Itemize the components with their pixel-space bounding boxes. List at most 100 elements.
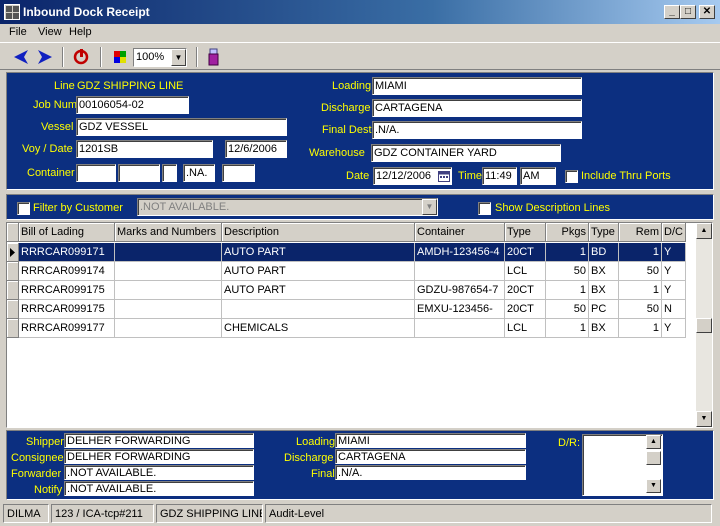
column-header-rem[interactable]: Rem <box>619 223 662 242</box>
table-row[interactable]: RRRCAR099175 AUTO PART GDZU-987654-7 20CT 1 B… <box>7 281 695 300</box>
row-selector[interactable] <box>7 262 19 281</box>
warehouse-field[interactable]: GDZ CONTAINER YARD <box>371 144 561 162</box>
column-header-bill-of-lading[interactable]: Bill of Lading <box>19 223 115 242</box>
menu-file[interactable]: File <box>9 26 27 38</box>
cell-pkg-type[interactable]: BX <box>589 262 619 281</box>
container-check-field[interactable] <box>162 164 177 182</box>
cell-rem[interactable]: 1 <box>619 319 662 338</box>
menu-help[interactable]: Help <box>69 26 92 38</box>
cell-rem[interactable]: 50 <box>619 300 662 319</box>
job-num-field[interactable]: 00106054-02 <box>76 96 189 114</box>
cell-marks[interactable] <box>115 262 222 281</box>
chevron-down-icon[interactable]: ▼ <box>422 199 437 215</box>
close-button[interactable]: ✕ <box>699 5 715 19</box>
cell-rem[interactable]: 1 <box>619 243 662 262</box>
dr-textarea[interactable]: ▲ ▼ <box>582 434 663 496</box>
cell-type[interactable]: 20CT <box>505 300 546 319</box>
cell-description[interactable]: AUTO PART <box>222 281 415 300</box>
cell-bill-of-lading[interactable]: RRRCAR099174 <box>19 262 115 281</box>
column-header-dc[interactable]: D/C <box>662 223 686 242</box>
date-field[interactable]: 12/12/2006 <box>373 167 452 185</box>
customer-select[interactable]: .NOT AVAILABLE. ▼ <box>137 198 438 216</box>
column-header-pkg-type[interactable]: Type <box>589 223 619 242</box>
cell-bill-of-lading[interactable]: RRRCAR099177 <box>19 319 115 338</box>
scroll-up-button[interactable]: ▲ <box>696 223 712 239</box>
table-row[interactable]: RRRCAR099175 EMXU-123456- 20CT 50 PC 50 N <box>7 300 695 319</box>
cell-type[interactable]: LCL <box>505 262 546 281</box>
row-selector[interactable] <box>7 319 19 338</box>
cell-bill-of-lading[interactable]: RRRCAR099175 <box>19 281 115 300</box>
cell-type[interactable]: 20CT <box>505 281 546 300</box>
container-prefix-field[interactable] <box>76 164 116 182</box>
table-row[interactable]: RRRCAR099171 AUTO PART AMDH-123456-4 20CT 1 B… <box>7 243 695 262</box>
final-dest-field[interactable]: .N/A. <box>372 121 582 139</box>
cell-pkgs[interactable]: 50 <box>546 262 589 281</box>
voyage-field[interactable]: 1201SB <box>76 140 213 158</box>
cell-container[interactable]: GDZU-987654-7 <box>415 281 505 300</box>
column-header-pkgs[interactable]: Pkgs <box>546 223 589 242</box>
color-palette-icon[interactable] <box>112 47 130 67</box>
cell-rem[interactable]: 1 <box>619 281 662 300</box>
column-header-container[interactable]: Container <box>415 223 505 242</box>
cell-bill-of-lading[interactable]: RRRCAR099175 <box>19 300 115 319</box>
cell-marks[interactable] <box>115 243 222 262</box>
column-header-marks[interactable]: Marks and Numbers <box>115 223 222 242</box>
print-icon[interactable] <box>206 47 222 67</box>
chevron-down-icon[interactable]: ▼ <box>171 49 186 66</box>
cell-pkgs[interactable]: 1 <box>546 319 589 338</box>
container-na-field[interactable]: .NA. <box>183 164 215 182</box>
table-row[interactable]: RRRCAR099177 CHEMICALS LCL 1 BX 1 Y <box>7 319 695 338</box>
cell-pkg-type[interactable]: BX <box>589 319 619 338</box>
cell-type[interactable]: LCL <box>505 319 546 338</box>
title-bar[interactable]: Inbound Dock Receipt _ □ ✕ <box>0 0 720 24</box>
scroll-thumb[interactable] <box>696 318 712 333</box>
shipper-field[interactable]: DELHER FORWARDING <box>64 433 254 448</box>
detail-loading-field[interactable]: MIAMI <box>335 433 526 448</box>
zoom-select[interactable]: 100% ▼ <box>133 48 187 67</box>
scroll-down-button[interactable]: ▼ <box>696 411 712 427</box>
dr-scroll-up-button[interactable]: ▲ <box>646 435 661 449</box>
ampm-field[interactable]: AM <box>520 167 556 185</box>
cell-dc[interactable]: Y <box>662 319 686 338</box>
cell-marks[interactable] <box>115 319 222 338</box>
calendar-icon[interactable] <box>438 170 450 182</box>
cell-container[interactable] <box>415 319 505 338</box>
menu-view[interactable]: View <box>38 26 62 38</box>
voyage-date-field[interactable]: 12/6/2006 <box>225 140 287 158</box>
row-selector[interactable] <box>7 281 19 300</box>
forwarder-field[interactable]: .NOT AVAILABLE. <box>64 465 254 480</box>
cell-dc[interactable]: N <box>662 300 686 319</box>
vessel-field[interactable]: GDZ VESSEL <box>76 118 287 136</box>
notify-field[interactable]: .NOT AVAILABLE. <box>64 481 254 496</box>
discharge-field[interactable]: CARTAGENA <box>372 99 582 117</box>
row-selector[interactable] <box>7 243 19 262</box>
cell-dc[interactable]: Y <box>662 243 686 262</box>
cell-container[interactable]: EMXU-123456- <box>415 300 505 319</box>
cell-pkgs[interactable]: 1 <box>546 243 589 262</box>
column-header-description[interactable]: Description <box>222 223 415 242</box>
container-number-field[interactable] <box>118 164 160 182</box>
time-field[interactable]: 11:49 <box>482 167 517 185</box>
back-arrow-icon[interactable] <box>12 47 34 67</box>
row-selector[interactable] <box>7 300 19 319</box>
maximize-button[interactable]: □ <box>680 5 696 19</box>
app-icon[interactable] <box>4 4 20 20</box>
cell-type[interactable]: 20CT <box>505 243 546 262</box>
cell-marks[interactable] <box>115 300 222 319</box>
detail-discharge-field[interactable]: CARTAGENA <box>335 449 526 464</box>
bill-of-lading-grid[interactable]: Bill of Lading Marks and Numbers Descrip… <box>6 222 713 428</box>
cell-container[interactable]: AMDH-123456-4 <box>415 243 505 262</box>
cell-container[interactable] <box>415 262 505 281</box>
cell-rem[interactable]: 50 <box>619 262 662 281</box>
cell-description[interactable]: CHEMICALS <box>222 319 415 338</box>
show-description-lines-checkbox[interactable] <box>478 202 491 215</box>
cell-description[interactable]: AUTO PART <box>222 243 415 262</box>
cell-description[interactable] <box>222 300 415 319</box>
cell-marks[interactable] <box>115 281 222 300</box>
cell-pkg-type[interactable]: BX <box>589 281 619 300</box>
cell-pkg-type[interactable]: PC <box>589 300 619 319</box>
cell-pkgs[interactable]: 1 <box>546 281 589 300</box>
minimize-button[interactable]: _ <box>664 5 680 19</box>
consignee-field[interactable]: DELHER FORWARDING <box>64 449 254 464</box>
cell-bill-of-lading[interactable]: RRRCAR099171 <box>19 243 115 262</box>
